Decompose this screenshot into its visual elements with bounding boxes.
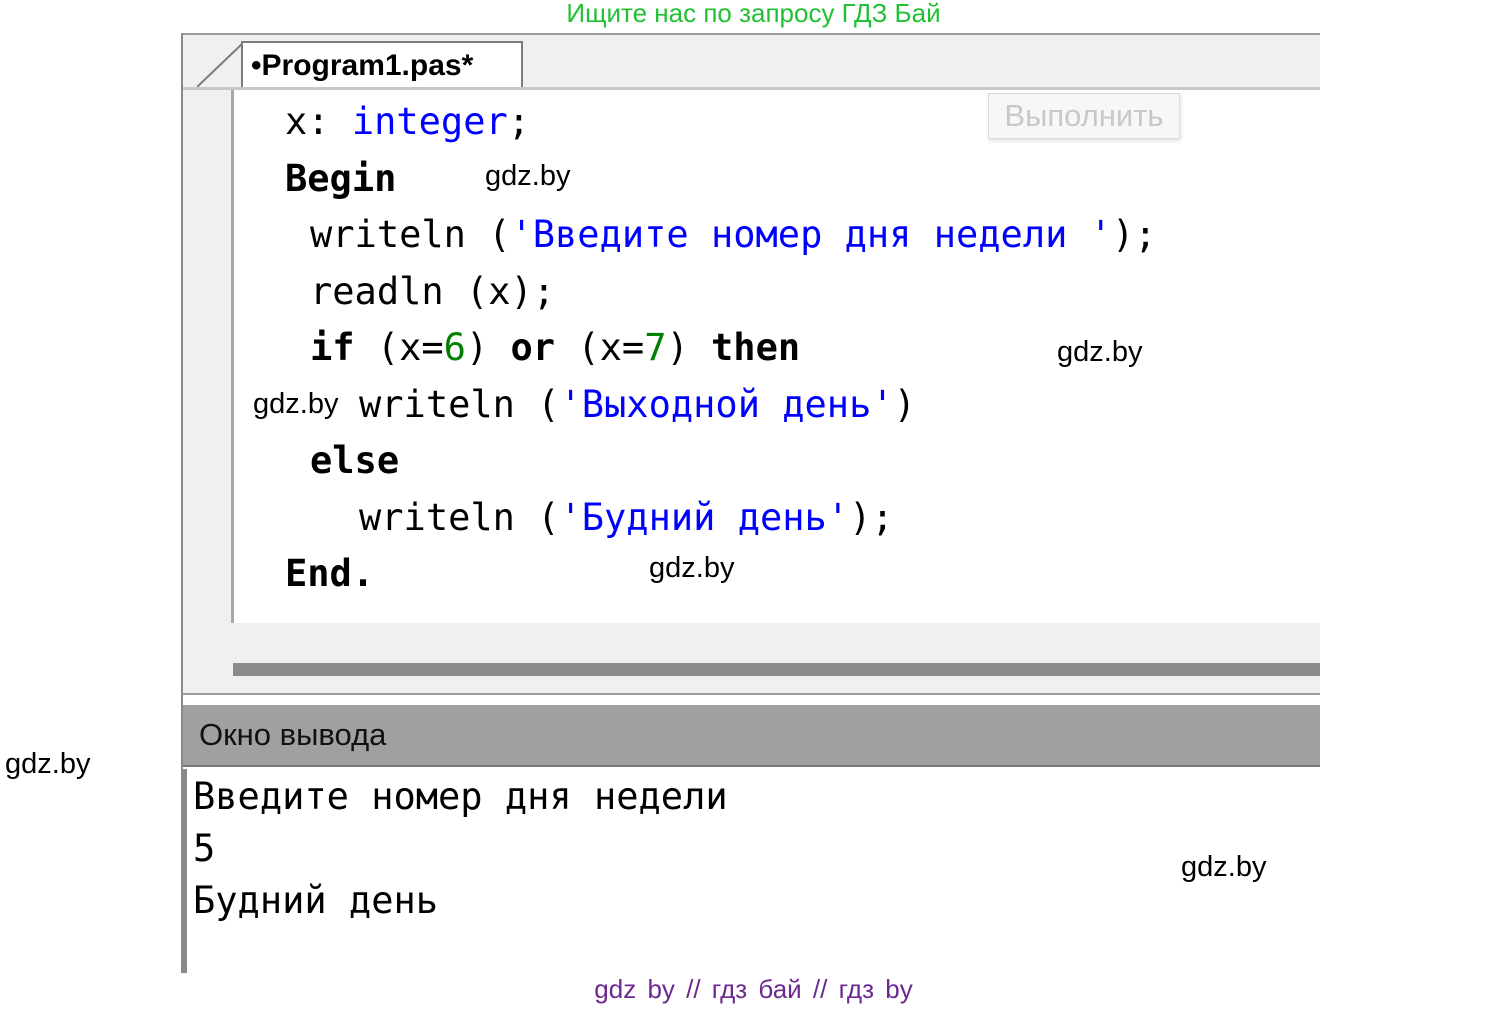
output-line: Введите номер дня недели — [193, 775, 728, 818]
code-string-token: 'Введите номер дня недели ' — [510, 213, 1112, 256]
code-line-5[interactable]: if (x=6) or (x=7) then — [310, 326, 800, 369]
code-token: (x= — [354, 326, 444, 369]
tab-strip: •Program1.pas* — [183, 33, 1320, 91]
output-line: 5 — [193, 827, 216, 870]
code-line-6[interactable]: writeln ('Выходной день') — [359, 383, 916, 426]
code-line-9[interactable]: End. — [285, 552, 374, 595]
code-keyword-token: or — [510, 326, 556, 369]
horizontal-scroll-area — [183, 623, 1320, 695]
ide-window: •Program1.pas* Выполнить x: integer; Beg… — [181, 33, 1320, 973]
code-keyword-token: End. — [285, 552, 375, 595]
code-token: x: — [285, 100, 352, 143]
code-token: ) — [893, 383, 916, 426]
code-line-3[interactable]: writeln ('Введите номер дня недели '); — [310, 213, 1157, 256]
code-number-token: 7 — [644, 326, 667, 369]
watermark: gdz.by — [5, 748, 91, 780]
code-line-4[interactable]: readln (x); — [310, 270, 555, 313]
bottom-banner: gdz by // гдз бай // гдз by — [594, 974, 913, 1004]
code-keyword-token: then — [711, 326, 801, 369]
code-editor[interactable]: Выполнить x: integer; Begin writeln ('Вв… — [183, 87, 1320, 680]
tab-slant-decoration — [197, 42, 244, 88]
code-string-token: 'Выходной день' — [559, 383, 894, 426]
code-token: writeln ( — [359, 496, 560, 539]
watermark: gdz.by — [485, 160, 571, 192]
run-button[interactable]: Выполнить — [988, 93, 1180, 139]
code-token: ); — [1111, 213, 1157, 256]
code-number-token: 6 — [443, 326, 466, 369]
output-panel[interactable]: Введите номер дня недели 5 Будний день — [183, 769, 1320, 973]
code-token: readln (x); — [310, 270, 556, 313]
code-string-token: 'Будний день' — [559, 496, 850, 539]
code-keyword-token: else — [310, 439, 400, 482]
code-keyword-token: if — [310, 326, 355, 369]
output-panel-header: Окно вывода — [183, 705, 1320, 767]
code-line-1[interactable]: x: integer; — [285, 100, 530, 143]
watermark: gdz.by — [1057, 336, 1143, 368]
code-token: ) — [666, 326, 712, 369]
editor-gutter — [183, 90, 234, 650]
code-line-7[interactable]: else — [310, 439, 399, 482]
output-line: Будний день — [193, 879, 439, 922]
code-token: (x= — [555, 326, 645, 369]
code-token: ); — [849, 496, 894, 539]
watermark: gdz.by — [1181, 851, 1267, 883]
code-token: writeln ( — [359, 383, 560, 426]
watermark: gdz.by — [649, 552, 735, 584]
code-line-8[interactable]: writeln ('Будний день'); — [359, 496, 894, 539]
code-line-2[interactable]: Begin — [285, 157, 396, 200]
watermark: gdz.by — [253, 388, 339, 420]
code-keyword-token: Begin — [285, 157, 397, 200]
code-type-token: integer — [351, 100, 508, 143]
code-token: ) — [465, 326, 511, 369]
top-banner: Ищите нас по запросу ГДЗ Бай — [566, 0, 941, 28]
code-token: writeln ( — [310, 213, 511, 256]
tab-program1[interactable]: •Program1.pas* — [241, 41, 523, 91]
code-token: ; — [507, 100, 531, 143]
horizontal-scrollbar[interactable] — [233, 663, 1320, 676]
